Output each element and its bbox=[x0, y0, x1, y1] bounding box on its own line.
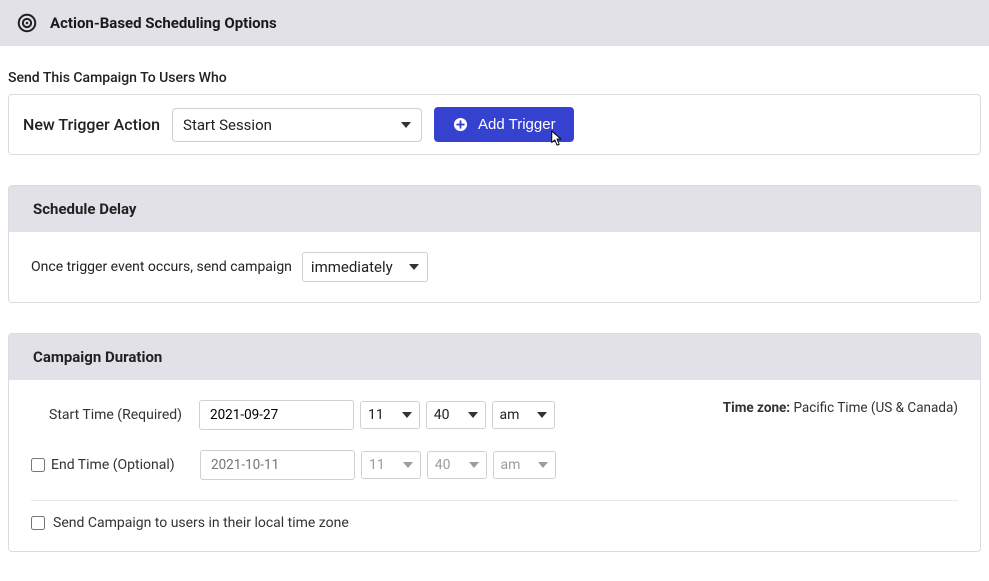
start-time-row: Start Time (Required) 11 40 am Time zone… bbox=[31, 400, 958, 430]
start-time-label: Start Time (Required) bbox=[49, 407, 199, 423]
start-hour-value: 11 bbox=[368, 407, 384, 423]
local-timezone-row: Send Campaign to users in their local ti… bbox=[31, 515, 958, 531]
start-hour-select[interactable]: 11 bbox=[360, 401, 420, 429]
timezone-value: Pacific Time (US & Canada) bbox=[793, 400, 958, 416]
delay-select[interactable]: immediately bbox=[302, 252, 428, 282]
start-ampm-value: am bbox=[500, 407, 520, 423]
campaign-duration-title: Campaign Duration bbox=[9, 334, 980, 380]
chevron-down-icon bbox=[469, 462, 479, 468]
chevron-down-icon bbox=[538, 462, 548, 468]
add-trigger-label: Add Trigger bbox=[478, 116, 556, 133]
divider bbox=[31, 500, 958, 501]
chevron-down-icon bbox=[537, 412, 547, 418]
target-icon bbox=[16, 12, 38, 34]
end-time-row: End Time (Optional) 11 40 am bbox=[31, 450, 958, 480]
trigger-action-select[interactable]: Start Session bbox=[172, 108, 422, 142]
send-to-label: Send This Campaign To Users Who bbox=[8, 70, 981, 86]
end-minute-value: 40 bbox=[435, 457, 451, 473]
end-hour-value: 11 bbox=[369, 457, 385, 473]
delay-row: Once trigger event occurs, send campaign… bbox=[31, 252, 958, 282]
chevron-down-icon bbox=[409, 264, 419, 270]
add-trigger-button[interactable]: Add Trigger bbox=[434, 107, 574, 142]
start-ampm-select[interactable]: am bbox=[492, 401, 556, 429]
start-minute-select[interactable]: 40 bbox=[426, 401, 486, 429]
trigger-section: Send This Campaign To Users Who New Trig… bbox=[8, 54, 981, 155]
schedule-delay-panel: Schedule Delay Once trigger event occurs… bbox=[8, 185, 981, 303]
plus-circle-icon bbox=[452, 117, 468, 133]
schedule-delay-title: Schedule Delay bbox=[9, 186, 980, 232]
chevron-down-icon bbox=[403, 462, 413, 468]
trigger-action-value: Start Session bbox=[183, 116, 272, 134]
chevron-down-icon bbox=[468, 412, 478, 418]
chevron-down-icon bbox=[402, 412, 412, 418]
end-time-label: End Time (Optional) bbox=[51, 457, 200, 473]
page-title: Action-Based Scheduling Options bbox=[50, 14, 277, 32]
end-hour-select[interactable]: 11 bbox=[361, 451, 421, 479]
timezone-label: Time zone: bbox=[723, 400, 790, 416]
trigger-card: New Trigger Action Start Session Add Tri… bbox=[8, 94, 981, 155]
timezone-display: Time zone: Pacific Time (US & Canada) bbox=[723, 400, 958, 416]
local-timezone-checkbox[interactable] bbox=[31, 516, 45, 530]
delay-value: immediately bbox=[311, 258, 393, 276]
end-ampm-select[interactable]: am bbox=[493, 451, 557, 479]
local-timezone-label: Send Campaign to users in their local ti… bbox=[53, 515, 349, 531]
start-minute-value: 40 bbox=[434, 407, 450, 423]
page-header: Action-Based Scheduling Options bbox=[0, 0, 989, 46]
end-ampm-value: am bbox=[501, 457, 521, 473]
delay-prefix-text: Once trigger event occurs, send campaign bbox=[31, 259, 292, 275]
new-trigger-label: New Trigger Action bbox=[23, 115, 160, 134]
campaign-duration-panel: Campaign Duration Start Time (Required) … bbox=[8, 333, 981, 552]
chevron-down-icon bbox=[401, 122, 411, 128]
end-minute-select[interactable]: 40 bbox=[427, 451, 487, 479]
end-date-input[interactable] bbox=[200, 450, 355, 480]
end-time-checkbox[interactable] bbox=[31, 458, 45, 472]
start-date-input[interactable] bbox=[199, 400, 354, 430]
